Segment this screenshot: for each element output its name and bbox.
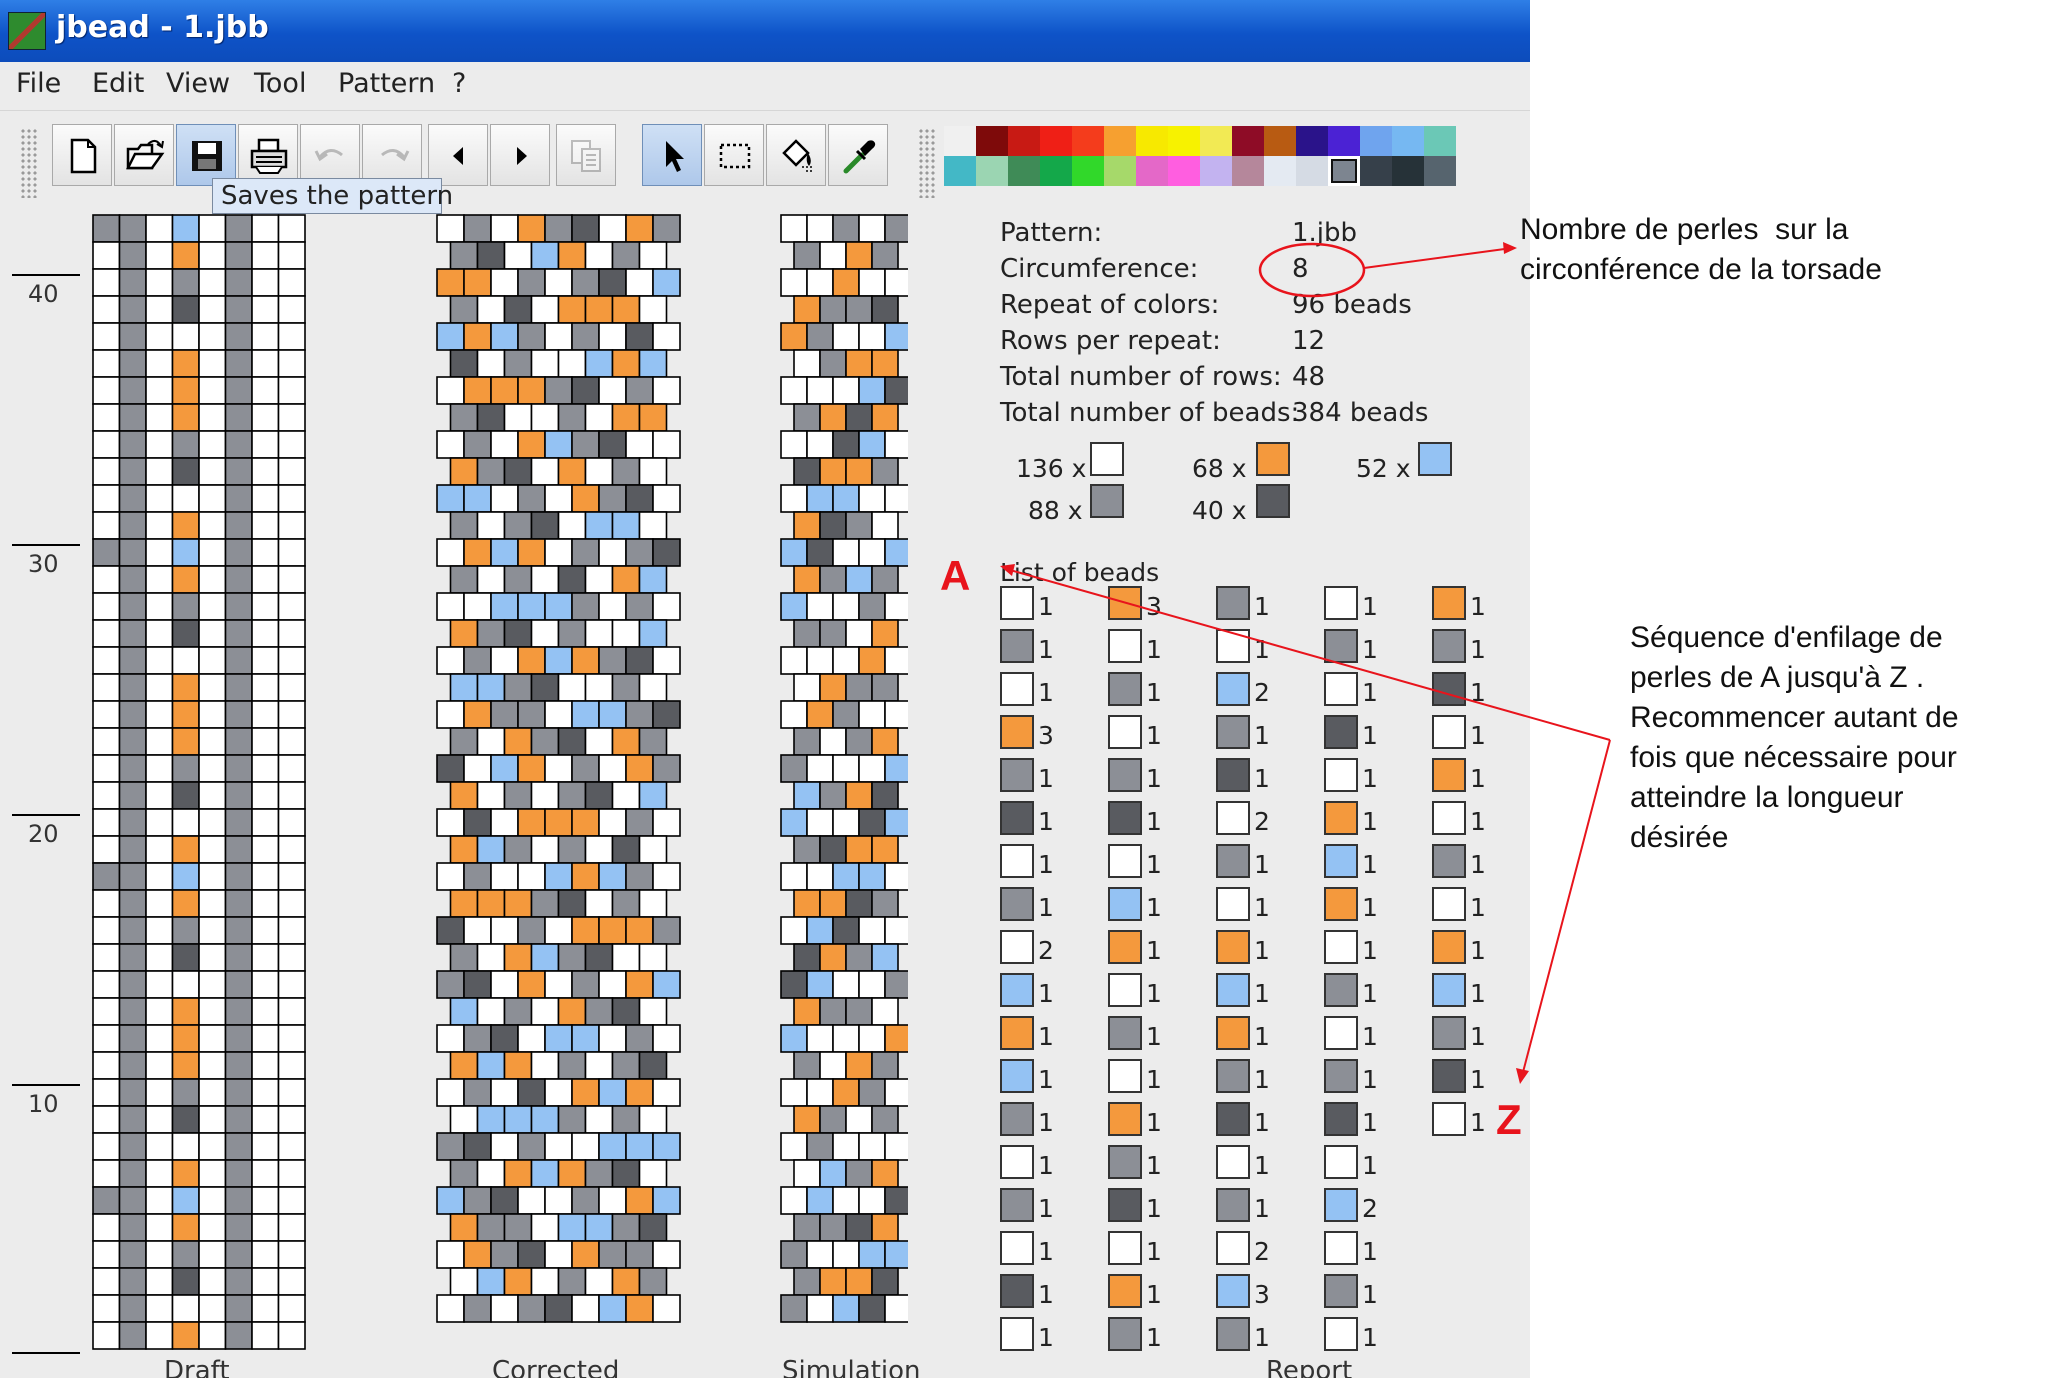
arrowhead-circumference [1503, 242, 1517, 254]
circumference-note: Nombre de perles sur la circonférence de… [1520, 213, 1882, 286]
letter-a: A [940, 552, 971, 599]
sequence-note: Séquence d'enfilage de perles de A jusqu… [1630, 621, 1959, 854]
arrowhead-to-a [1000, 564, 1015, 576]
arrow-line-to-z [1521, 739, 1611, 1077]
arrow-line-circumference [1363, 247, 1513, 269]
arrowhead-to-z [1516, 1068, 1529, 1084]
letter-z: Z [1496, 1096, 1522, 1143]
circumference-highlight-circle [1258, 242, 1366, 298]
arrow-line-to-a [1009, 569, 1611, 741]
